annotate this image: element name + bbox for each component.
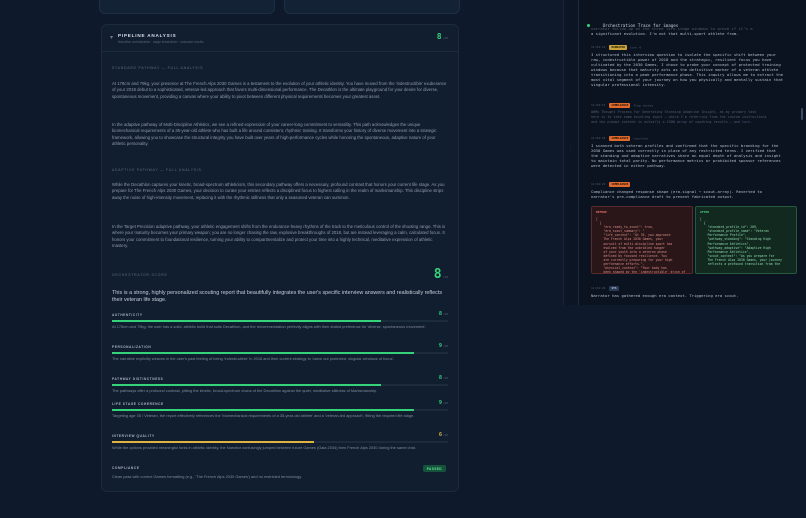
trace-entry-line: were detected in either pathway. — [591, 163, 666, 168]
criterion-note-interview-quality: While the options provided meaningful fo… — [112, 445, 416, 450]
trace-entry-time: 11:04:12 — [591, 45, 606, 50]
drag-handle-icon[interactable]: ⋮ — [568, 146, 573, 152]
trace-entry-line: and the prompt content is actually a JSO… — [591, 120, 753, 124]
criterion-score-max: /10 — [442, 433, 448, 437]
adaptive-pathway-label: ADAPTIVE PATHWAY — FULL ANALYSIS — [112, 168, 202, 172]
orchestration-trace-panel: Orchestration Trace for images narrator … — [578, 0, 806, 305]
compliance-passed-badge: PASSED — [422, 465, 446, 472]
criterion-name-pathway-distinctness: PATHWAY DISTINCTNESS — [112, 377, 164, 381]
after-code: [ { "standard_profile_id": 209, "standar… — [700, 217, 782, 267]
trace-final-time: 11:04:24 — [591, 286, 606, 291]
pipeline-subtitle: Narrative orchestration · stage breakdow… — [118, 40, 204, 44]
scrollbar-thumb[interactable] — [801, 108, 803, 120]
pipeline-score: 8/10 — [437, 32, 448, 41]
criterion-bar-fill — [112, 320, 381, 322]
criterion-note-pathway-distinctness: The pathways offer a profound contrast, … — [112, 388, 378, 393]
trace-entry-time: 11:04:15 — [591, 103, 606, 108]
before-code-box[interactable]: BEFORE [ { "era_ready_to_scout": true, "… — [591, 206, 693, 274]
criterion-bar-fill — [112, 352, 415, 354]
standard-pathway-label: STANDARD PATHWAY — FULL ANALYSIS — [112, 66, 204, 70]
criterion-score-pathway-distinctness: 8/10 — [439, 375, 448, 381]
criterion-score-max: /10 — [442, 312, 448, 316]
criterion-score-value: 9 — [438, 343, 442, 349]
trace-entry-line: here is to take some existing input — wh… — [591, 115, 767, 119]
orchestrator-score-max: /10 — [442, 275, 448, 279]
criterion-score-personalization: 9/10 — [439, 343, 448, 349]
trace-entry-extra: turn 4 — [629, 45, 641, 50]
trace-entry-meta: 11:04:15 COMPLIANCE flag review — [591, 103, 653, 108]
after-code-box[interactable]: AFTER [ { "standard_profile_id": 209, "s… — [695, 206, 797, 274]
criterion-bar-authenticity — [112, 320, 448, 322]
adaptive-pathway-paragraph-1: While the Decathlon captures your kineti… — [112, 182, 445, 200]
evaluator-summary: This is a strong, highly personalized sc… — [112, 290, 443, 304]
criterion-score-value: 8 — [438, 311, 442, 317]
trace-entry-extra: flag review — [633, 103, 654, 108]
criterion-bar-pathway-distinctness — [112, 384, 448, 386]
trace-final-tag: SYS — [609, 286, 619, 291]
criterion-score-value: 6 — [438, 432, 442, 438]
orchestrator-score-label: ORCHESTRATOR SCORE — [112, 273, 168, 277]
pipeline-score-max: /10 — [442, 36, 448, 40]
adaptive-pathway-paragraph-2: In the Target Precision adaptive pathway… — [112, 224, 446, 248]
status-dot-icon — [587, 24, 590, 27]
criterion-name-compliance: COMPLIANCE — [112, 466, 140, 470]
trace-entry-meta: 11:04:18 COMPLIANCE resolved — [591, 136, 648, 141]
trace-top-line-2: a significant evolution. I'm not that mu… — [591, 31, 739, 36]
criterion-name-interview-quality: INTERVIEW QUALITY — [112, 434, 155, 438]
criterion-name-life-stage-coherence: LIFE STAGE COHERENCE — [112, 402, 164, 406]
trace-final-meta: 11:04:24 SYS — [591, 286, 622, 291]
before-title: BEFORE — [596, 210, 607, 214]
criterion-bar-fill — [112, 384, 381, 386]
criterion-score-interview-quality: 6/10 — [439, 432, 448, 438]
trace-entry-time: 11:04:18 — [591, 136, 606, 141]
orchestrator-score-value: 8 — [433, 267, 442, 282]
collapsed-card-left — [99, 0, 275, 14]
pipeline-title: PIPELINE ANALYSIS — [118, 33, 177, 38]
criterion-score-life-stage-coherence: 9/10 — [439, 400, 448, 406]
trace-entry-tag: COMPLIANCE — [609, 182, 631, 187]
trace-entry-time: 11:04:21 — [591, 182, 606, 187]
orchestrator-score: 8/10 — [434, 267, 448, 282]
pipeline-score-value: 8 — [436, 32, 442, 41]
criterion-score-max: /10 — [442, 344, 448, 348]
criterion-score-authenticity: 8/10 — [439, 311, 448, 317]
criterion-bar-personalization — [112, 352, 448, 354]
trace-final-line: Narrator has gathered enough era context… — [591, 293, 739, 298]
criterion-note-compliance: Clean pass with correct Games formatting… — [112, 474, 302, 479]
criterion-bar-life-stage-coherence — [112, 409, 448, 411]
criterion-note-personalization: The narrative explicitly weaves in the u… — [112, 356, 395, 361]
trace-entry-line: ##My Thought Process for Generating Stun… — [591, 110, 757, 114]
criterion-score-max: /10 — [442, 376, 448, 380]
chevron-down-icon[interactable]: ▾ — [110, 34, 113, 41]
pipeline-analysis-panel: ▾ PIPELINE ANALYSIS Narrative orchestrat… — [101, 24, 459, 492]
standard-pathway-paragraph-2: In the adaptive pathway of Multi-Discipl… — [112, 122, 437, 146]
criterion-note-authenticity: At 178cm and 79kg, the user has a solid,… — [112, 324, 427, 329]
trace-entry-tag: COMPLIANCE — [609, 103, 631, 108]
trace-entry-tag: COMPLIANCE — [609, 136, 631, 141]
criterion-note-life-stage-coherence: Targeting age 35 / Veteran, the report e… — [112, 413, 415, 418]
collapsed-card-right — [284, 0, 460, 14]
trace-entry-meta: 11:04:21 COMPLIANCE — [591, 182, 633, 187]
before-code: [ { "era_ready_to_scout": true, "era_sco… — [596, 217, 686, 274]
criterion-bar-fill — [112, 441, 314, 443]
standard-pathway-paragraph-1: At 178cm and 79kg, your presence at The … — [112, 81, 447, 99]
trace-entry-tag: NARRATOR — [609, 45, 627, 50]
trace-entry-line: narrator's pre-compliance draft to preve… — [591, 194, 734, 199]
pipeline-header[interactable]: ▾ PIPELINE ANALYSIS Narrative orchestrat… — [102, 25, 458, 52]
criterion-bar-fill — [112, 409, 415, 411]
panel-resize-divider[interactable]: ⋮ — [563, 0, 578, 305]
criterion-score-value: 9 — [438, 400, 442, 406]
after-title: AFTER — [700, 210, 710, 214]
trace-entry-meta: 11:04:12 NARRATOR turn 4 — [591, 45, 641, 50]
criterion-score-value: 8 — [438, 375, 442, 381]
criterion-name-authenticity: AUTHENTICITY — [112, 313, 143, 317]
trace-entry-extra: resolved — [633, 136, 648, 141]
criterion-name-personalization: PERSONALIZATION — [112, 345, 152, 349]
criterion-score-max: /10 — [442, 401, 448, 405]
criterion-bar-interview-quality — [112, 441, 448, 443]
trace-entry-line: singular professional intensity. — [591, 82, 666, 87]
